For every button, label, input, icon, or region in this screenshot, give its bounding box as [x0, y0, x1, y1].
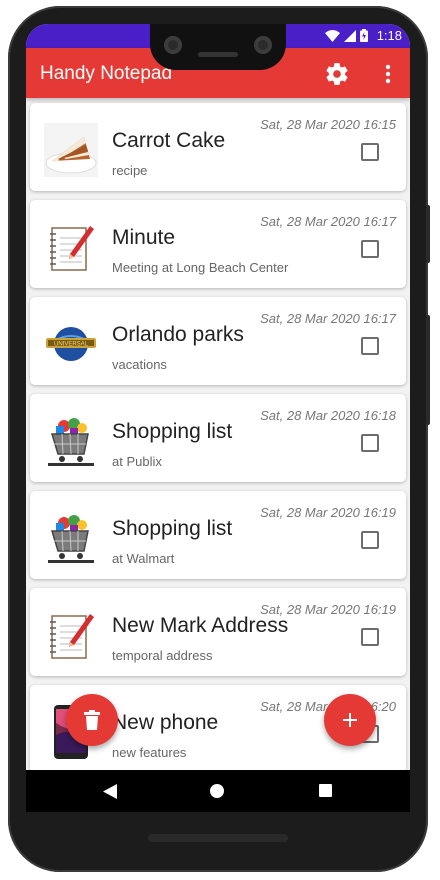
note-card[interactable]: Shopping list at Walmart Sat, 28 Mar 202… — [30, 491, 406, 579]
note-title: Shopping list — [112, 517, 233, 540]
back-icon[interactable] — [103, 784, 117, 799]
note-date: Sat, 28 Mar 2020 16:15 — [260, 117, 396, 132]
add-note-fab[interactable] — [324, 694, 376, 746]
notepad-icon — [50, 226, 94, 271]
note-card[interactable]: New Mark Address temporal address Sat, 2… — [30, 588, 406, 676]
navigation-bar — [26, 770, 410, 812]
battery-icon — [360, 29, 368, 42]
note-subtitle: recipe — [112, 163, 148, 178]
note-checkbox[interactable] — [361, 240, 379, 258]
power-button — [426, 315, 430, 425]
note-date: Sat, 28 Mar 2020 16:17 — [260, 214, 396, 229]
note-checkbox[interactable] — [361, 143, 379, 161]
plus-icon — [343, 713, 357, 727]
note-title: Minute — [112, 226, 176, 249]
note-card[interactable]: UNIVERSAL Orlando parks vacations Sat, 2… — [30, 297, 406, 385]
note-date: Sat, 28 Mar 2020 16:18 — [260, 408, 396, 423]
status-icons — [325, 29, 368, 42]
note-checkbox[interactable] — [361, 434, 379, 452]
note-title: Carrot Cake — [112, 129, 226, 152]
note-subtitle: new features — [112, 745, 187, 760]
note-date: Sat, 28 Mar 2020 16:17 — [260, 311, 396, 326]
delete-fab[interactable] — [66, 694, 118, 746]
cake-image — [44, 123, 98, 177]
svg-text:UNIVERSAL: UNIVERSAL — [54, 342, 89, 348]
note-subtitle: temporal address — [112, 648, 213, 663]
note-subtitle: at Publix — [112, 454, 162, 469]
signal-icon — [344, 29, 356, 42]
notch — [150, 24, 286, 70]
gear-icon[interactable] — [324, 61, 350, 87]
screen: 1:18 Handy Notepad Carrot Cake recipe Sa… — [26, 24, 410, 812]
notes-list[interactable]: Carrot Cake recipe Sat, 28 Mar 2020 16:1… — [26, 98, 410, 770]
home-icon[interactable] — [210, 784, 224, 798]
note-checkbox[interactable] — [361, 628, 379, 646]
note-subtitle: at Walmart — [112, 551, 175, 566]
note-card[interactable]: Minute Meeting at Long Beach Center Sat,… — [30, 200, 406, 288]
volume-button — [426, 205, 430, 263]
shopping-cart-icon — [48, 515, 94, 563]
note-title: New phone — [112, 711, 219, 734]
note-title: Orlando parks — [112, 323, 244, 346]
front-camera — [164, 36, 182, 54]
front-camera — [254, 36, 272, 54]
note-checkbox[interactable] — [361, 337, 379, 355]
note-card[interactable]: Shopping list at Publix Sat, 28 Mar 2020… — [30, 394, 406, 482]
note-title: New Mark Address — [112, 614, 289, 637]
shopping-cart-icon — [48, 418, 94, 466]
note-title: Shopping list — [112, 420, 233, 443]
notepad-icon — [50, 614, 94, 659]
bottom-speaker — [148, 834, 288, 842]
wifi-icon — [325, 29, 340, 42]
app-title: Handy Notepad — [40, 63, 173, 84]
universal-logo: UNIVERSAL — [46, 327, 96, 361]
note-subtitle: Meeting at Long Beach Center — [112, 260, 289, 275]
more-vert-icon[interactable] — [378, 63, 398, 85]
recents-icon[interactable] — [319, 784, 332, 797]
trash-icon — [84, 710, 100, 730]
status-time: 1:18 — [376, 28, 402, 43]
note-date: Sat, 28 Mar 2020 16:19 — [260, 505, 396, 520]
note-card[interactable]: Carrot Cake recipe Sat, 28 Mar 2020 16:1… — [30, 103, 406, 191]
note-subtitle: vacations — [112, 357, 167, 372]
note-checkbox[interactable] — [361, 531, 379, 549]
earpiece-speaker — [198, 52, 238, 57]
note-date: Sat, 28 Mar 2020 16:19 — [260, 602, 396, 617]
